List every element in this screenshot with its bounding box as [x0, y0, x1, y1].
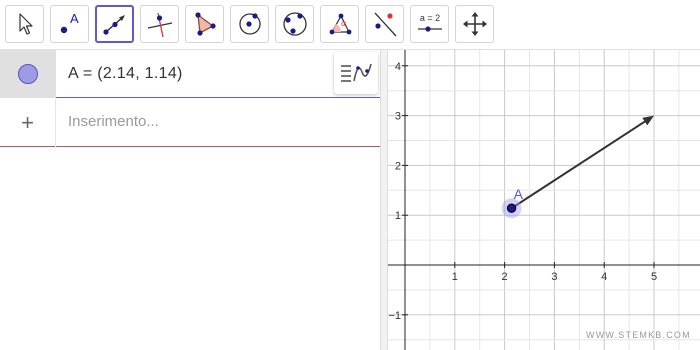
grid: [388, 50, 700, 350]
reflect-line-icon: [374, 12, 396, 37]
toolbar: A α a = 2: [0, 0, 700, 50]
view-splitter[interactable]: [380, 50, 388, 350]
point-tool-button[interactable]: A: [50, 5, 89, 43]
watermark: WWW.STEMKB.COM: [586, 330, 691, 340]
y-tick-label: 1: [395, 210, 401, 222]
polygon-tool-button[interactable]: [185, 5, 224, 43]
algebra-view: A = (2.14, 1.14) + Inserimento...: [0, 50, 380, 350]
x-tick-label: 5: [651, 271, 657, 283]
point-tool-label: A: [70, 11, 79, 26]
vector-icon: [102, 15, 125, 35]
x-tick-label: 2: [502, 271, 508, 283]
graphics-view[interactable]: 123456 4321−1 A: [388, 50, 700, 350]
reflect-tool-button[interactable]: [365, 5, 404, 43]
algebra-input-row[interactable]: + Inserimento...: [0, 99, 380, 147]
perpendicular-line-tool-button[interactable]: [140, 5, 179, 43]
vector-tool-button[interactable]: [95, 5, 134, 43]
move-graphics-view-tool-button[interactable]: [455, 5, 494, 43]
x-tick-label: 3: [551, 271, 557, 283]
y-tick-label: 3: [395, 111, 401, 123]
algebra-style-menu-button[interactable]: [334, 52, 378, 94]
x-tick-label: 4: [601, 271, 607, 283]
algebra-graph-style-icon: [341, 63, 372, 82]
slider-tool-label: a = 2: [419, 13, 439, 23]
angle-tool-button[interactable]: α: [320, 5, 359, 43]
slider-tool-button[interactable]: a = 2: [410, 5, 449, 43]
move-tool-button[interactable]: [5, 5, 44, 43]
axes: [388, 50, 700, 350]
perpendicular-line-icon: [147, 12, 172, 38]
point-a[interactable]: [506, 203, 517, 213]
polygon-icon: [194, 12, 216, 36]
y-tick-label: 4: [395, 61, 401, 73]
cursor-arrow-icon: [18, 13, 33, 35]
angle-icon: α: [329, 13, 351, 35]
algebra-row[interactable]: A = (2.14, 1.14): [0, 50, 380, 98]
add-item-button[interactable]: +: [0, 99, 56, 147]
move-view-icon: [462, 12, 487, 36]
algebra-expression[interactable]: A = (2.14, 1.14): [68, 65, 183, 83]
circle-three-points-tool-button[interactable]: [275, 5, 314, 43]
x-tick-label: 1: [452, 271, 458, 283]
circle-center-icon: [238, 13, 261, 35]
angle-tool-label: α: [341, 19, 346, 28]
point-icon: A: [60, 11, 79, 34]
visibility-marble-cell: [0, 50, 56, 98]
vector-arrowhead: [642, 115, 654, 126]
visibility-marble-toggle[interactable]: [18, 64, 38, 84]
slider-icon: a = 2: [417, 13, 442, 32]
circle-three-points-icon: [282, 12, 307, 36]
circle-center-point-tool-button[interactable]: [230, 5, 269, 43]
algebra-input-field[interactable]: Inserimento...: [68, 113, 159, 130]
point-a-label: A: [514, 186, 524, 202]
plus-icon: +: [21, 110, 34, 135]
y-tick-label: −1: [388, 310, 401, 322]
y-tick-label: 2: [395, 160, 401, 172]
